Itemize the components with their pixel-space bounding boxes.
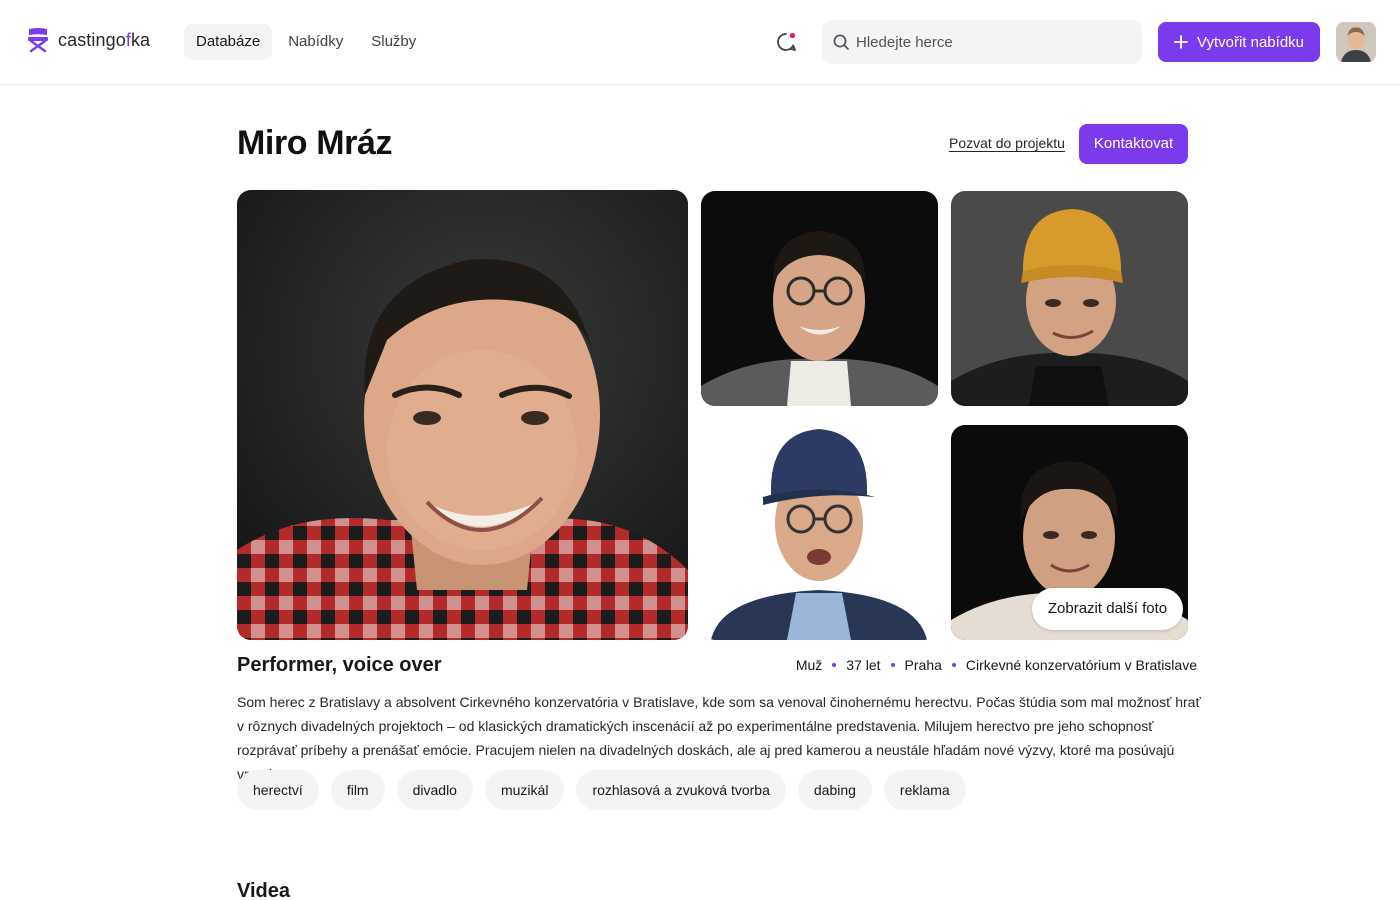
portrait-photo-beanie[interactable] (951, 191, 1188, 406)
notifications-button[interactable] (774, 30, 798, 54)
skill-tag[interactable]: divadlo (396, 770, 473, 810)
brand-name-prefix: castingo (58, 29, 126, 50)
skill-tag[interactable]: muzikál (484, 770, 565, 810)
brand-wordmark: castingofka (58, 30, 150, 51)
search-box (822, 20, 1142, 64)
meta-school: Cirkevné konzervatórium v Bratislave (965, 657, 1197, 673)
nav-item-nabidky[interactable]: Nabídky (276, 24, 355, 60)
top-navigation-bar: castingofka Databáze Nabídky Služby Vytv… (0, 0, 1400, 85)
chat-notification-icon (777, 31, 797, 51)
profile-meta: Muž 37 let Praha Cirkevné konzervatórium… (795, 657, 1197, 673)
main-navigation: Databáze Nabídky Služby (184, 24, 428, 60)
notification-dot (788, 31, 797, 40)
create-offer-button[interactable]: Vytvořit nabídku (1158, 22, 1320, 62)
nav-item-sluzby[interactable]: Služby (359, 24, 428, 60)
search-icon (833, 34, 849, 50)
main-portrait-image (237, 190, 688, 640)
search-input[interactable] (856, 20, 1136, 64)
profile-name: Miro Mráz (237, 124, 393, 162)
brand-name-suffix: ka (130, 29, 151, 50)
nav-item-databaze[interactable]: Databáze (184, 24, 273, 60)
portrait-photo-cap[interactable] (701, 425, 938, 640)
meta-gender: Muž (795, 657, 823, 673)
meta-separator-dot (890, 663, 895, 667)
portrait-cap-image (701, 425, 938, 640)
meta-age: 37 let (846, 657, 881, 673)
videos-section-title: Videa (237, 880, 290, 900)
portrait-beanie-image (951, 191, 1188, 406)
skill-tag[interactable]: reklama (883, 770, 966, 810)
create-offer-label: Vytvořit nabídku (1197, 33, 1304, 51)
contact-button[interactable]: Kontaktovat (1079, 124, 1188, 164)
user-avatar-photo (1336, 22, 1376, 62)
skill-tag[interactable]: herectví (237, 770, 319, 810)
skill-tag[interactable]: dabing (797, 770, 872, 810)
brand-logo[interactable]: castingofka (26, 27, 150, 53)
show-more-photos-button[interactable]: Zobrazit další foto (1032, 588, 1183, 630)
profile-role: Performer, voice over (237, 654, 442, 676)
director-chair-logo-icon (28, 28, 48, 53)
skill-tags: herectví film divadlo muzikál rozhlasová… (237, 770, 966, 810)
meta-city: Praha (904, 657, 942, 673)
user-avatar[interactable] (1336, 22, 1376, 62)
meta-separator-dot (951, 663, 956, 667)
plus-icon (1174, 35, 1188, 49)
meta-separator-dot (832, 663, 837, 667)
main-portrait-photo[interactable] (237, 190, 688, 640)
invite-to-project-link[interactable]: Pozvat do projektu (949, 135, 1065, 151)
skill-tag[interactable]: film (330, 770, 385, 810)
portrait-glasses-image (701, 191, 938, 406)
skill-tag[interactable]: rozhlasová a zvuková tvorba (576, 770, 786, 810)
portrait-photo-glasses[interactable] (701, 191, 938, 406)
